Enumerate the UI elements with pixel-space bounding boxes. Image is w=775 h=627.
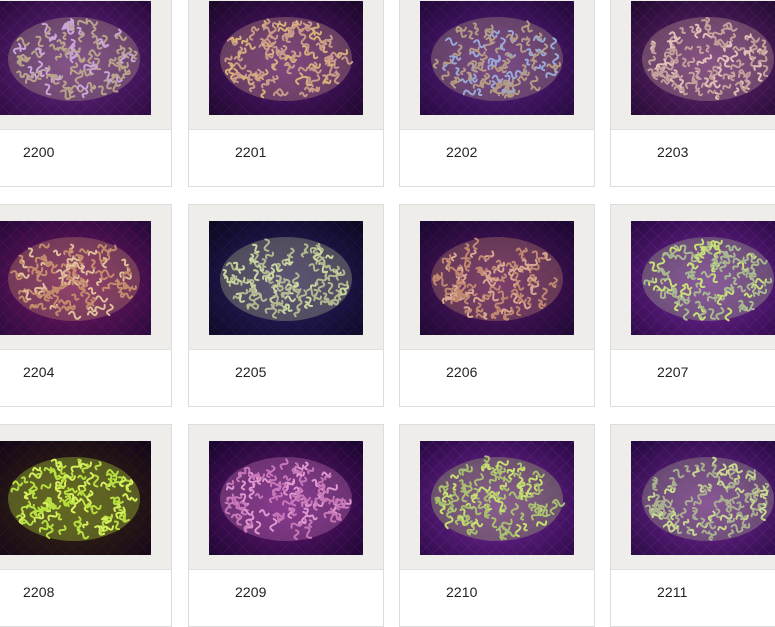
product-image[interactable] xyxy=(209,221,363,335)
product-image[interactable] xyxy=(420,221,574,335)
product-image[interactable] xyxy=(420,1,574,115)
product-thumbnail-frame[interactable] xyxy=(400,205,594,350)
coral-photo-graphic xyxy=(631,1,775,115)
coral-photo-graphic xyxy=(0,1,151,115)
product-id-label[interactable]: 2200 xyxy=(23,144,55,160)
product-id-label[interactable]: 2210 xyxy=(446,584,478,600)
product-card[interactable]: 2210 xyxy=(399,424,595,627)
product-image[interactable] xyxy=(0,441,151,555)
product-card[interactable]: 2201 xyxy=(188,0,384,187)
coral-photo-graphic xyxy=(420,441,574,555)
coral-photo-graphic xyxy=(209,221,363,335)
product-id-label[interactable]: 2209 xyxy=(235,584,267,600)
product-id-label[interactable]: 2204 xyxy=(23,364,55,380)
product-id-label[interactable]: 2201 xyxy=(235,144,267,160)
product-thumbnail-frame[interactable] xyxy=(189,205,383,350)
product-id-label[interactable]: 2211 xyxy=(657,584,688,600)
coral-photo-graphic xyxy=(631,441,775,555)
product-id-label[interactable]: 2206 xyxy=(446,364,478,380)
product-thumbnail-frame[interactable] xyxy=(611,205,775,350)
product-card[interactable]: 2202 xyxy=(399,0,595,187)
coral-photo-graphic xyxy=(0,221,151,335)
product-card[interactable]: 2204 xyxy=(0,204,172,407)
product-image[interactable] xyxy=(209,1,363,115)
product-thumbnail-frame[interactable] xyxy=(0,425,171,570)
coral-photo-graphic xyxy=(631,221,775,335)
product-card[interactable]: 2207 xyxy=(610,204,775,407)
product-image[interactable] xyxy=(0,221,151,335)
product-card[interactable]: 2205 xyxy=(188,204,384,407)
product-thumbnail-frame[interactable] xyxy=(0,205,171,350)
product-thumbnail-frame[interactable] xyxy=(400,425,594,570)
product-id-label[interactable]: 2207 xyxy=(657,364,689,380)
product-image[interactable] xyxy=(631,221,775,335)
coral-photo-graphic xyxy=(420,1,574,115)
product-id-label[interactable]: 2208 xyxy=(23,584,55,600)
coral-photo-graphic xyxy=(420,221,574,335)
product-image[interactable] xyxy=(209,441,363,555)
product-card[interactable]: 2203 xyxy=(610,0,775,187)
product-thumbnail-frame[interactable] xyxy=(611,0,775,130)
product-card[interactable]: 2208 xyxy=(0,424,172,627)
product-id-label[interactable]: 2205 xyxy=(235,364,267,380)
product-thumbnail-frame[interactable] xyxy=(189,0,383,130)
product-image[interactable] xyxy=(631,441,775,555)
product-card[interactable]: 2200 xyxy=(0,0,172,187)
product-thumbnail-frame[interactable] xyxy=(189,425,383,570)
coral-photo-graphic xyxy=(209,1,363,115)
product-image[interactable] xyxy=(631,1,775,115)
product-card[interactable]: 2211 xyxy=(610,424,775,627)
coral-photo-graphic xyxy=(209,441,363,555)
product-thumbnail-frame[interactable] xyxy=(611,425,775,570)
product-card[interactable]: 2206 xyxy=(399,204,595,407)
product-thumbnail-frame[interactable] xyxy=(0,0,171,130)
product-thumbnail-frame[interactable] xyxy=(400,0,594,130)
coral-photo-graphic xyxy=(0,441,151,555)
product-id-label[interactable]: 2202 xyxy=(446,144,478,160)
product-image[interactable] xyxy=(420,441,574,555)
product-id-label[interactable]: 2203 xyxy=(657,144,689,160)
product-image[interactable] xyxy=(0,1,151,115)
product-card[interactable]: 2209 xyxy=(188,424,384,627)
